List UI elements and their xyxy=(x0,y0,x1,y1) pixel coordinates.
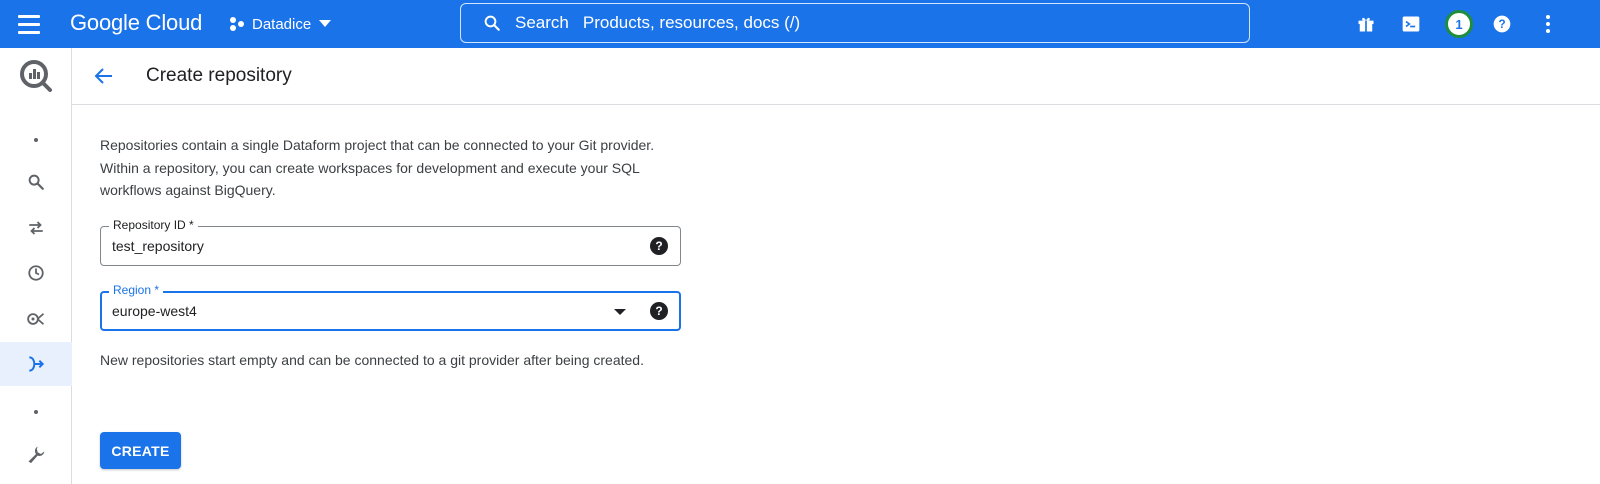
search-icon xyxy=(484,15,500,31)
analytics-hub-icon[interactable] xyxy=(0,297,72,341)
back-arrow-icon[interactable] xyxy=(92,64,116,88)
page-title: Create repository xyxy=(146,65,292,86)
search-label: Search xyxy=(515,13,569,32)
rail-dot-icon xyxy=(0,390,72,434)
chevron-down-icon[interactable] xyxy=(614,309,626,315)
top-bar: Google Cloud Datadice Search Products, r… xyxy=(0,0,1600,48)
help-icon[interactable]: ? xyxy=(650,302,668,320)
svg-text:?: ? xyxy=(1498,18,1505,31)
wrench-icon[interactable] xyxy=(0,432,72,476)
region-select[interactable]: Region * europe-west4 ? xyxy=(100,283,681,331)
clock-icon[interactable] xyxy=(0,251,72,295)
region-label: Region * xyxy=(109,283,164,297)
search-icon[interactable] xyxy=(0,160,72,204)
project-selector[interactable]: Datadice xyxy=(230,12,332,36)
notifications-badge[interactable]: 1 xyxy=(1445,10,1473,38)
repository-id-value: test_repository xyxy=(112,238,204,254)
project-icon xyxy=(230,17,244,31)
cloud-shell-icon[interactable] xyxy=(1399,12,1423,36)
transfer-arrows-icon[interactable] xyxy=(0,206,72,250)
repository-id-label: Repository ID * xyxy=(109,218,198,232)
search-bar[interactable]: Search Products, resources, docs (/) xyxy=(460,3,1250,43)
chevron-down-icon xyxy=(319,20,332,27)
hamburger-menu-icon[interactable] xyxy=(18,11,46,37)
bigquery-logo-icon[interactable] xyxy=(0,54,72,98)
create-button[interactable]: CREATE xyxy=(100,432,181,469)
help-icon[interactable]: ? xyxy=(650,237,668,255)
helper-note: New repositories start empty and can be … xyxy=(100,352,644,368)
gift-icon[interactable] xyxy=(1354,12,1378,36)
google-cloud-logo[interactable]: Google Cloud xyxy=(70,10,202,36)
project-name: Datadice xyxy=(252,15,312,33)
page-header: Create repository xyxy=(72,48,1600,105)
help-icon[interactable]: ? xyxy=(1490,12,1514,36)
left-nav-rail xyxy=(0,48,72,484)
region-value: europe-west4 xyxy=(112,303,197,319)
rail-dot-icon xyxy=(0,118,72,162)
intro-text: Repositories contain a single Dataform p… xyxy=(100,137,655,198)
more-vert-icon[interactable] xyxy=(1536,12,1560,36)
search-placeholder: Products, resources, docs (/) xyxy=(582,13,801,32)
dataform-icon[interactable] xyxy=(0,342,72,386)
repository-id-field[interactable]: Repository ID * test_repository ? xyxy=(100,218,681,266)
